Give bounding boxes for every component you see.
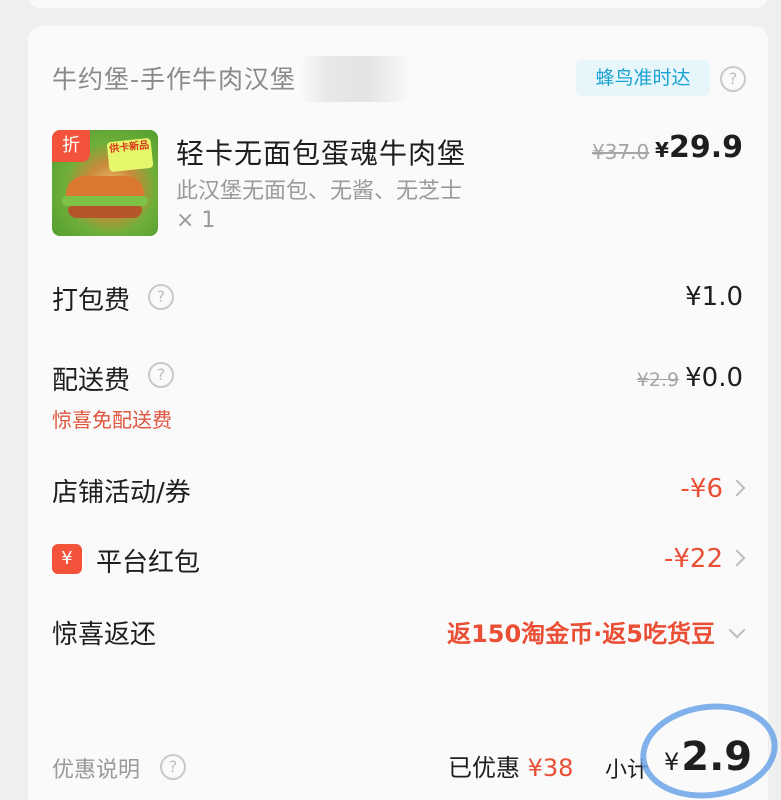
product-name[interactable]: 轻卡无面包蛋魂牛肉堡 (176, 132, 466, 172)
product-image[interactable]: 供卡新品 折 (52, 130, 158, 236)
delivery-fee-value: ¥2.9 ¥0.0 (637, 363, 743, 393)
price-currency: ¥ (655, 138, 669, 162)
discount-note-label[interactable]: 优惠说明 (52, 752, 140, 784)
delivery-fee-label: 配送费 (52, 366, 131, 396)
chevron-down-icon (728, 621, 746, 639)
discount-note-help-icon[interactable]: ? (160, 754, 186, 780)
blur-mask (300, 56, 410, 102)
packing-fee-help-icon[interactable]: ? (148, 284, 174, 310)
surprise-return-value[interactable]: 返150淘金币·返5吃货豆 (447, 614, 746, 649)
price-value: 29.9 (668, 130, 743, 165)
discount-badge: 折 (52, 130, 90, 162)
store-discount-value[interactable]: -¥6 (681, 474, 746, 504)
total-savings: 已优惠 ¥38 (448, 748, 573, 783)
platform-redpacket-value[interactable]: -¥22 (664, 544, 746, 574)
red-packet-icon: ¥ (52, 544, 82, 574)
savings-label: 已优惠 (448, 754, 520, 782)
surprise-return-label[interactable]: 惊喜返还 (52, 614, 156, 651)
burger-bun-shape (66, 176, 144, 198)
free-delivery-note: 惊喜免配送费 (52, 408, 172, 432)
packing-fee-value: ¥1.0 (685, 282, 743, 312)
burger-lettuce-shape (62, 196, 148, 206)
new-product-badge: 供卡新品 (106, 137, 154, 173)
platform-redpacket-label[interactable]: 平台红包 (96, 542, 200, 579)
burger-patty-shape (68, 206, 142, 218)
previous-card (28, 0, 768, 8)
delivery-fee-original: ¥2.9 (636, 369, 680, 391)
delivery-fee-help-icon[interactable]: ? (148, 362, 174, 388)
shop-name[interactable]: 牛约堡-手作牛肉汉堡 (52, 60, 296, 96)
delivery-tag: 蜂鸟准时达 (576, 60, 710, 96)
chevron-right-icon (728, 479, 746, 496)
product-description: 此汉堡无面包、无酱、无芝士 (176, 179, 463, 204)
original-price: ¥37.0 (592, 140, 650, 164)
product-price: ¥29.9 (655, 130, 743, 165)
delivery-fee-current: ¥0.0 (685, 363, 743, 393)
help-icon[interactable]: ? (720, 66, 746, 92)
product-quantity: × 1 (176, 208, 216, 233)
store-discount-label[interactable]: 店铺活动/券 (52, 472, 191, 509)
chevron-right-icon (728, 549, 746, 566)
packing-fee-label: 打包费 (52, 286, 131, 316)
savings-value: ¥38 (527, 754, 574, 782)
